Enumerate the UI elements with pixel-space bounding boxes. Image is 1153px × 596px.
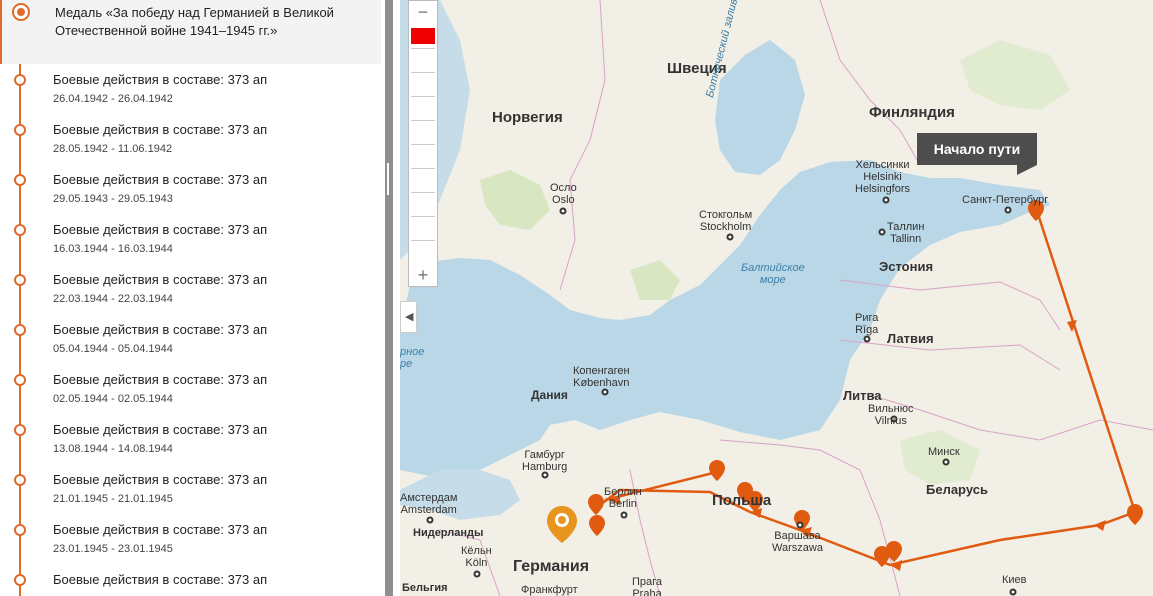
event-item[interactable]: Боевые действия в составе: 373 ап 05.04.… <box>0 320 381 360</box>
city-label-helsinki: Хельсинки Helsinki Helsingfors <box>855 159 911 195</box>
country-label-poland: Польша <box>712 492 772 509</box>
event-title: Боевые действия в составе: 373 ап <box>53 472 268 487</box>
event-title: Боевые действия в составе: 373 ап <box>53 222 268 237</box>
event-date: 28.05.1942 - 11.06.1942 <box>53 143 173 155</box>
event-date: 22.03.1944 - 22.03.1944 <box>53 293 173 305</box>
event-title: Боевые действия в составе: 373 ап <box>53 272 268 287</box>
event-date: 05.04.1944 - 05.04.1944 <box>53 343 173 355</box>
country-label-denmark: Дания <box>531 388 568 402</box>
city-label-oslo: Осло Oslo <box>550 182 577 206</box>
start-point-tooltip: Начало пути <box>917 133 1037 175</box>
timeline-marker-icon <box>14 274 26 286</box>
event-item[interactable]: Боевые действия в составе: 373 ап 21.01.… <box>0 470 381 510</box>
country-label-germany: Германия <box>513 558 590 575</box>
timeline-marker-icon <box>14 574 26 586</box>
city-label-kiev: Киев <box>1002 574 1027 586</box>
country-label-latvia: Латвия <box>887 331 934 346</box>
country-label-netherlands: Нидерланды <box>413 527 484 539</box>
event-date: 23.01.1945 - 23.01.1945 <box>53 543 173 555</box>
timeline-marker-icon <box>14 424 26 436</box>
timeline-marker-icon <box>14 474 26 486</box>
event-title: Боевые действия в составе: 373 ап <box>53 572 268 587</box>
event-title: Боевые действия в составе: 373 ап <box>53 72 268 87</box>
event-item[interactable]: Боевые действия в составе: 373 ап 13.08.… <box>0 420 381 460</box>
event-title: Боевые действия в составе: 373 ап <box>53 522 268 537</box>
country-label-norway: Норвегия <box>492 109 563 126</box>
sea-label-baltic: Балтийское море <box>741 262 805 286</box>
event-item[interactable]: Боевые действия в составе: 373 ап 16.03.… <box>0 220 381 260</box>
event-item[interactable]: Боевые действия в составе: 373 ап 29.05.… <box>0 170 381 210</box>
event-title: Медаль «За победу над Германией в Велико… <box>55 5 334 38</box>
city-label-copenhagen: Копенгаген København <box>573 365 630 389</box>
event-item[interactable]: Боевые действия в составе: 373 ап 02.05.… <box>0 370 381 410</box>
chevron-left-icon: ◀ <box>405 311 414 323</box>
city-label-koln: Кёльн Köln <box>461 545 492 569</box>
zoom-in-button[interactable]: + <box>409 264 437 286</box>
city-label-saint-petersburg: Санкт-Петербург <box>962 194 1049 206</box>
timeline-marker-icon <box>14 74 26 86</box>
sidebar-scrollbar[interactable] <box>385 0 393 596</box>
forest-area <box>960 40 1070 110</box>
final-destination-marker-icon <box>547 506 577 543</box>
city-label-riga: Рига Rīga <box>855 312 879 336</box>
country-label-belarus: Беларусь <box>926 482 988 497</box>
event-date: 26.04.1942 - 26.04.1942 <box>53 93 173 105</box>
event-item[interactable]: Боевые действия в составе: 373 ап <box>0 570 381 596</box>
forest-area <box>630 260 680 300</box>
event-item[interactable]: Боевые действия в составе: 373 ап 28.05.… <box>0 120 381 160</box>
collapse-sidebar-button[interactable]: ◀ <box>400 301 417 333</box>
map-view[interactable]: Швеция Финляндия Норвегия Эстония Латвия… <box>400 0 1153 596</box>
country-label-lithuania: Литва <box>843 388 882 403</box>
forest-area <box>480 170 550 230</box>
event-title: Боевые действия в составе: 373 ап <box>53 122 268 137</box>
timeline-marker-icon <box>14 174 26 186</box>
city-label-praha: Прага Praha <box>632 576 663 596</box>
city-label-amsterdam: Амстердам Amsterdam <box>400 492 458 516</box>
city-label-frankfurt: Франкфурт <box>521 584 578 596</box>
event-date: 02.05.1944 - 02.05.1944 <box>53 393 173 405</box>
zoom-out-button[interactable]: − <box>409 1 437 23</box>
timeline-marker-icon <box>14 524 26 536</box>
event-title: Боевые действия в составе: 373 ап <box>53 422 268 437</box>
country-label-belgium: Бельгия <box>402 582 448 594</box>
country-label-estonia: Эстония <box>879 259 934 274</box>
country-label-finland: Финляндия <box>869 104 955 121</box>
city-label-tallinn: Таллин Tallinn <box>887 221 925 245</box>
city-label-warsaw: Варшава Warszawa <box>772 530 823 554</box>
gulf-of-bothnia-water <box>715 40 805 175</box>
timeline-marker-icon <box>14 374 26 386</box>
event-item[interactable]: Боевые действия в составе: 373 ап 23.01.… <box>0 520 381 560</box>
city-label-berlin: Берлин Berlin <box>604 486 642 510</box>
event-item[interactable]: Боевые действия в составе: 373 ап 26.04.… <box>0 70 381 110</box>
timeline-marker-icon <box>14 124 26 136</box>
zoom-level-indicator[interactable] <box>411 28 435 44</box>
city-label-stockholm: Стокгольм Stockholm <box>699 209 753 233</box>
timeline-marker-icon <box>14 224 26 236</box>
event-title: Боевые действия в составе: 373 ап <box>53 322 268 337</box>
event-timeline-sidebar: Медаль «За победу над Германией в Велико… <box>0 0 381 596</box>
event-date: 21.01.1945 - 21.01.1945 <box>53 493 173 505</box>
event-item[interactable]: Боевые действия в составе: 373 ап 22.03.… <box>0 270 381 310</box>
sea-label-north: рное ре <box>400 346 425 370</box>
zoom-control[interactable]: − + <box>408 0 438 287</box>
timeline-marker-icon <box>14 324 26 336</box>
event-item-medal[interactable]: Медаль «За победу над Германией в Велико… <box>0 0 381 64</box>
event-title: Боевые действия в составе: 373 ап <box>53 172 268 187</box>
timeline-marker-icon <box>12 3 30 21</box>
city-label-minsk: Минск <box>928 446 960 458</box>
scrollbar-grip[interactable] <box>387 163 389 195</box>
map-canvas <box>400 0 1153 596</box>
event-date: 29.05.1943 - 29.05.1943 <box>53 193 173 205</box>
event-date: 16.03.1944 - 16.03.1944 <box>53 243 173 255</box>
city-label-vilnius: Вильнюс Vilnius <box>868 403 914 427</box>
city-label-hamburg: Гамбург Hamburg <box>522 449 568 473</box>
event-date: 13.08.1944 - 14.08.1944 <box>53 443 173 455</box>
event-title: Боевые действия в составе: 373 ап <box>53 372 268 387</box>
